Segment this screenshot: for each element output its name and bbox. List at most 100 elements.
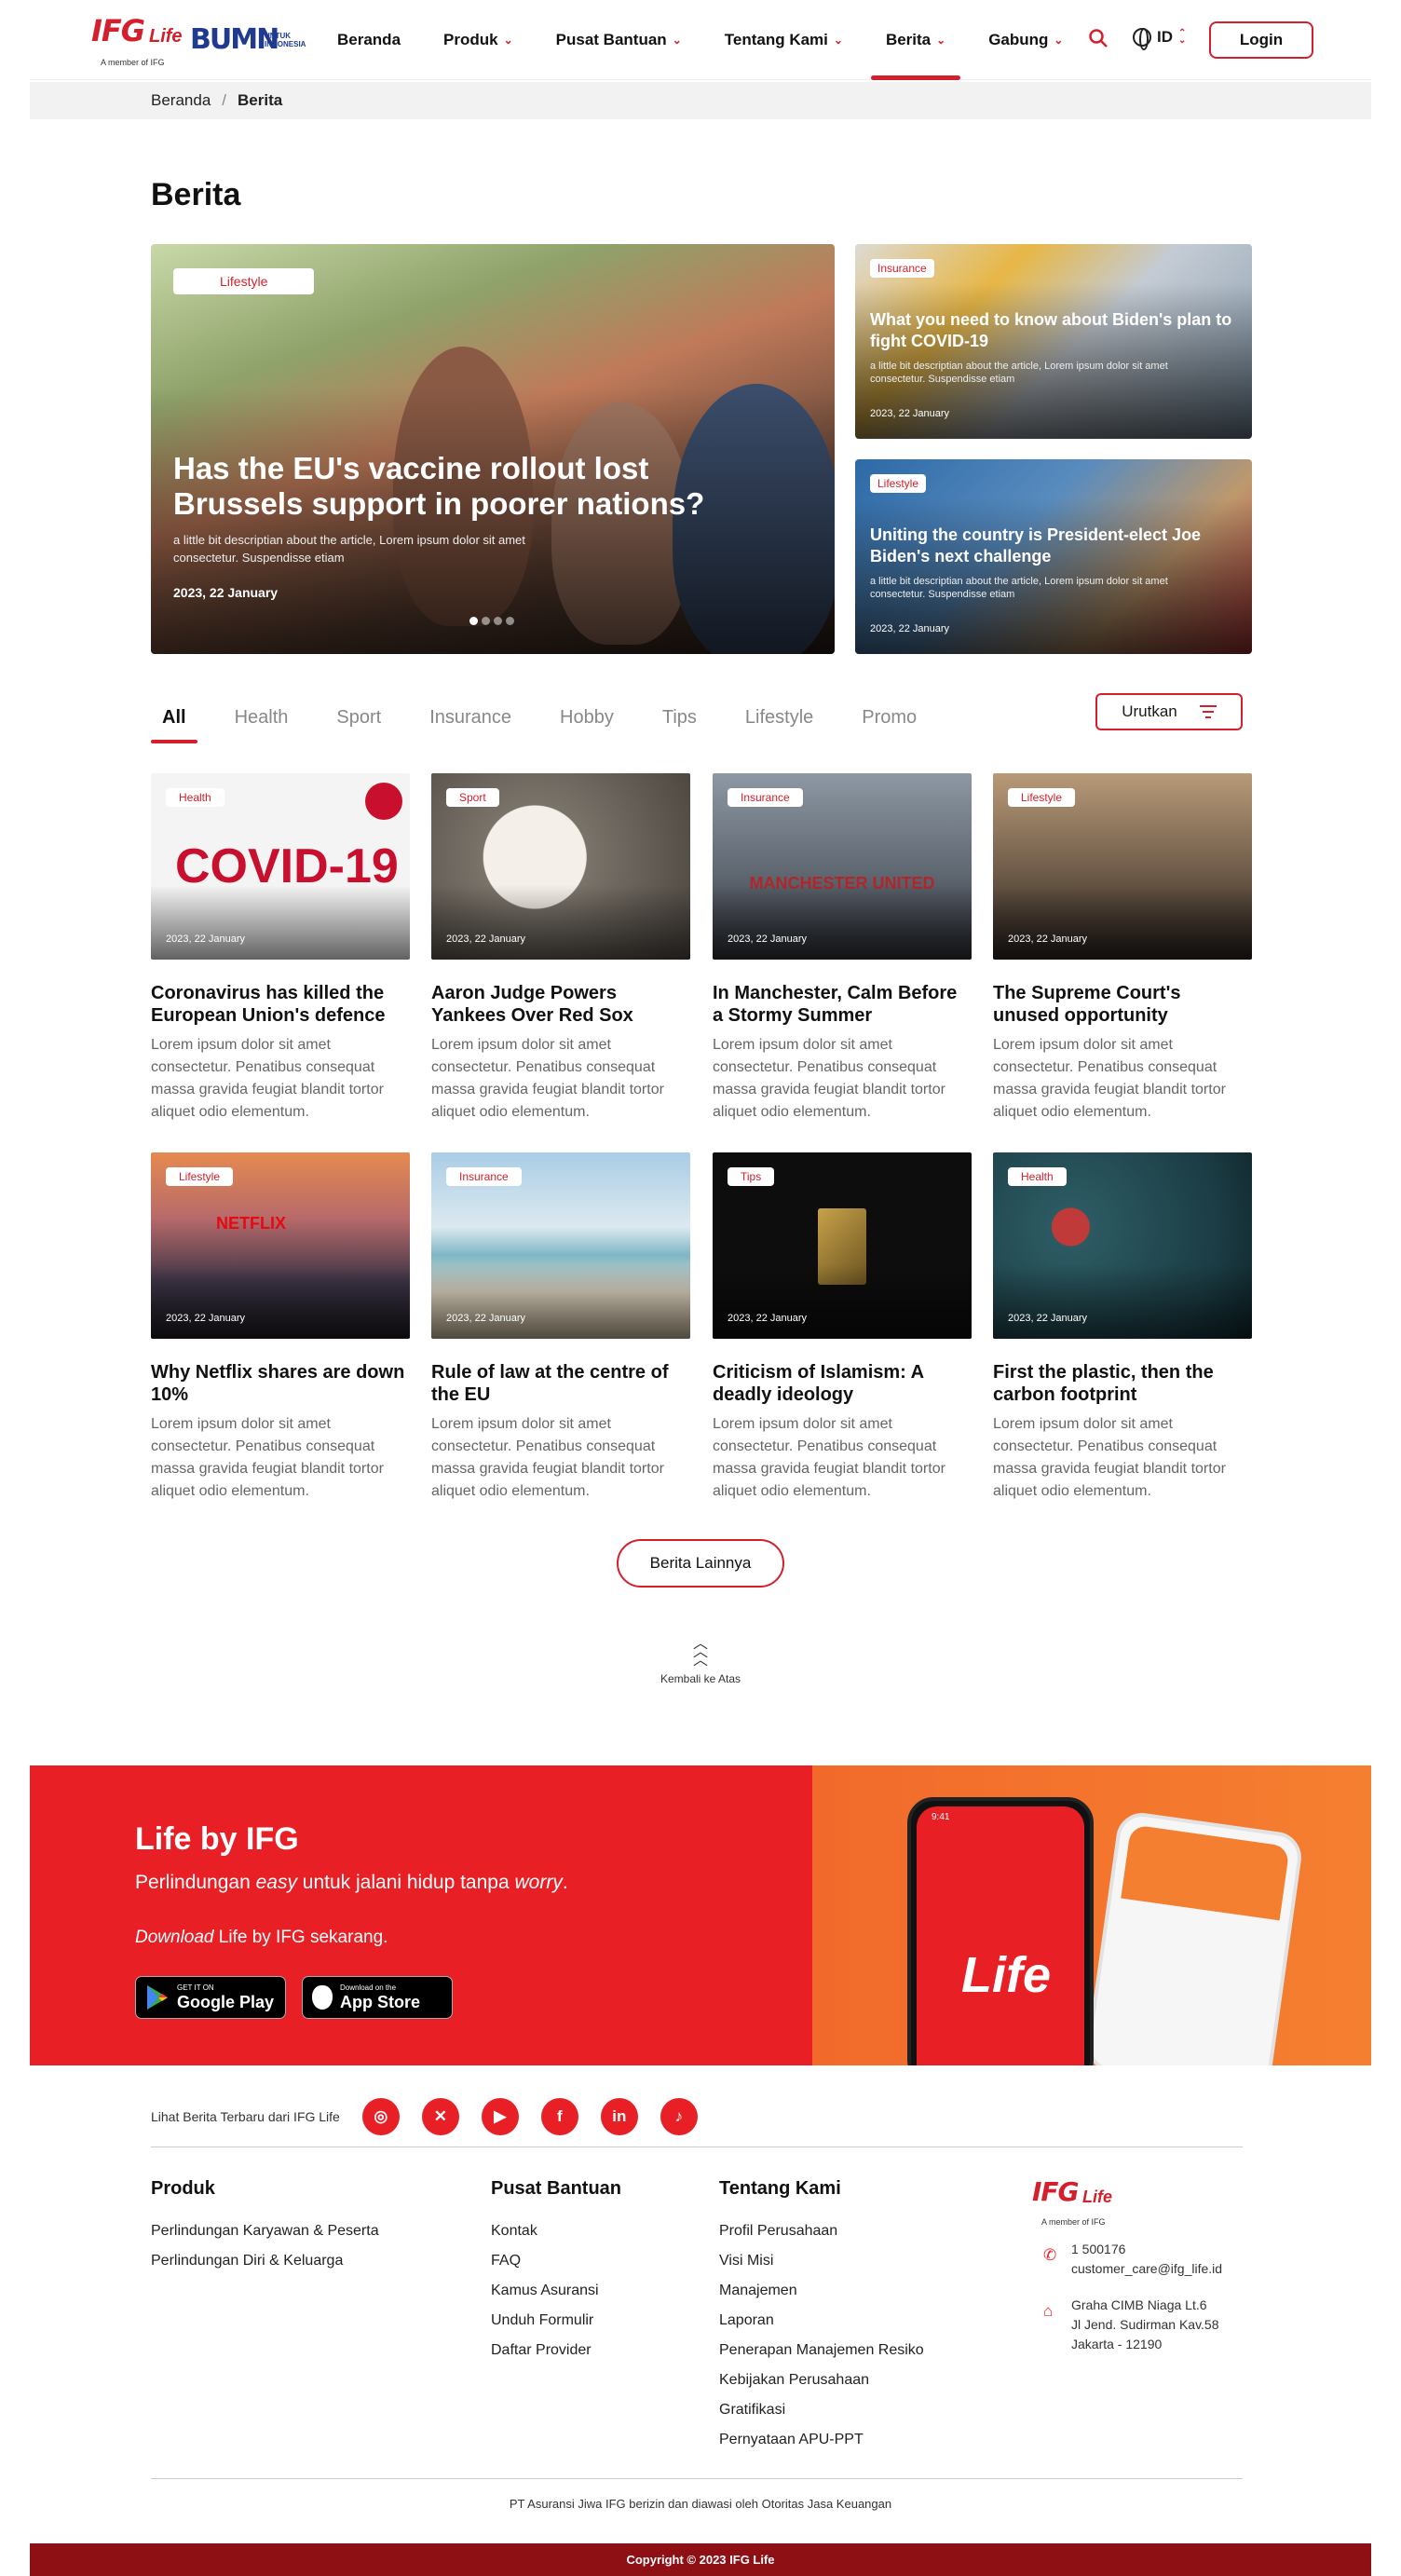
banner-subtitle: Perlindungan easy untuk jalani hidup tan… bbox=[135, 1872, 568, 1894]
footer-link[interactable]: Pernyataan APU-PPT bbox=[719, 2425, 924, 2455]
footer-heading: Produk bbox=[151, 2178, 215, 2199]
menu-beranda[interactable]: Beranda bbox=[337, 0, 401, 80]
menu-pusat-bantuan[interactable]: Pusat Bantuan ⌄ bbox=[556, 0, 682, 80]
youtube-icon[interactable]: ▶ bbox=[481, 2098, 519, 2135]
tab-insurance[interactable]: Insurance bbox=[418, 689, 523, 745]
facebook-icon[interactable]: f bbox=[540, 2098, 578, 2135]
tab-sport[interactable]: Sport bbox=[325, 689, 392, 745]
category-badge: Tips bbox=[728, 1167, 775, 1186]
banner-download-rest: Life by IFG sekarang. bbox=[213, 1928, 388, 1947]
contact-email[interactable]: customer_care@ifg_life.id bbox=[1071, 2259, 1222, 2279]
google-play-button[interactable]: GET IT ON Google Play bbox=[135, 1976, 286, 2019]
search-icon[interactable] bbox=[1088, 28, 1109, 48]
card-date: 2023, 22 January bbox=[728, 934, 808, 945]
footer-link[interactable]: Daftar Provider bbox=[491, 2336, 621, 2365]
footer-link[interactable]: Manajemen bbox=[719, 2276, 924, 2306]
footer-link[interactable]: Visi Misi bbox=[719, 2246, 924, 2276]
contact-phone-email: ✆ 1 500176 customer_care@ifg_life.id bbox=[1043, 2240, 1222, 2279]
tab-hobby[interactable]: Hobby bbox=[549, 689, 625, 745]
card-title: The Supreme Court's unused opportunity bbox=[993, 983, 1181, 1026]
menu-label: Pusat Bantuan bbox=[555, 31, 667, 48]
category-badge: Health bbox=[1008, 1167, 1067, 1186]
news-card[interactable]: NETFLIX Lifestyle 2023, 22 January Why N… bbox=[151, 1152, 410, 1503]
menu-produk[interactable]: Produk ⌄ bbox=[443, 0, 513, 80]
card-image: COVID-19 Health 2023, 22 January bbox=[151, 773, 410, 960]
hero-date: 2023, 22 January bbox=[173, 585, 279, 600]
carousel-dot[interactable] bbox=[506, 617, 514, 625]
footer-link[interactable]: Gratifikasi bbox=[719, 2395, 924, 2425]
contact-phone-email-text: 1 500176 customer_care@ifg_life.id bbox=[1071, 2240, 1222, 2279]
footer-link[interactable]: Kamus Asuransi bbox=[491, 2276, 621, 2306]
card-description: Lorem ipsum dolor sit amet consectetur. … bbox=[993, 1416, 1226, 1499]
breadcrumb-separator: / bbox=[222, 91, 227, 109]
banner-download-text: Download Life by IFG sekarang. bbox=[135, 1928, 388, 1948]
news-card[interactable]: COVID-19 Health 2023, 22 January Coronav… bbox=[151, 773, 410, 1124]
side-article[interactable]: Lifestyle Uniting the country is Preside… bbox=[855, 459, 1252, 654]
news-card[interactable]: Insurance 2023, 22 January Rule of law a… bbox=[431, 1152, 690, 1503]
news-card[interactable]: Lifestyle 2023, 22 January The Supreme C… bbox=[993, 773, 1252, 1124]
carousel-dot[interactable] bbox=[482, 617, 490, 625]
footer-link[interactable]: Perlindungan Diri & Keluarga bbox=[151, 2246, 379, 2276]
news-card[interactable]: Sport 2023, 22 January Aaron Judge Power… bbox=[431, 773, 690, 1124]
logo-text: IFG bbox=[1032, 2176, 1080, 2207]
news-card[interactable]: MANCHESTER UNITED Insurance 2023, 22 Jan… bbox=[713, 773, 972, 1124]
menu-berita[interactable]: Berita ⌄ bbox=[870, 0, 961, 80]
tab-health[interactable]: Health bbox=[224, 689, 300, 745]
x-icon[interactable]: ✕ bbox=[421, 2098, 459, 2135]
carousel-dot[interactable] bbox=[469, 617, 478, 625]
tab-all[interactable]: All bbox=[151, 689, 197, 745]
category-badge: Lifestyle bbox=[173, 268, 315, 294]
linkedin-icon[interactable]: in bbox=[600, 2098, 638, 2135]
chevron-down-icon: ⌄ bbox=[672, 34, 682, 47]
language-switcher[interactable]: ID ⌃ ⌄ bbox=[1133, 28, 1186, 50]
carousel-dot[interactable] bbox=[494, 617, 502, 625]
category-badge: Insurance bbox=[446, 1167, 522, 1186]
category-badge: Lifestyle bbox=[870, 474, 927, 493]
footer-link[interactable]: Penerapan Manajemen Resiko bbox=[719, 2336, 924, 2365]
footer-link[interactable]: Kontak bbox=[491, 2216, 621, 2246]
footer-divider bbox=[151, 2478, 1243, 2479]
chevron-down-icon: ⌄ bbox=[833, 34, 843, 47]
breadcrumb-home[interactable]: Beranda bbox=[151, 91, 211, 110]
footer-link[interactable]: Perlindungan Karyawan & Peserta bbox=[151, 2216, 379, 2246]
bumn-logo-sub: UNTUK INDONESIA bbox=[265, 32, 306, 48]
menu-label: Gabung bbox=[988, 31, 1049, 48]
footer-link[interactable]: Kebijakan Perusahaan bbox=[719, 2365, 924, 2395]
footer-link[interactable]: Profil Perusahaan bbox=[719, 2216, 924, 2246]
hero-title: Has the EU's vaccine rollout lost Brusse… bbox=[173, 451, 705, 521]
ifg-life-logo[interactable]: IFG Life A member of IFG bbox=[91, 13, 184, 69]
news-card[interactable]: Tips 2023, 22 January Criticism of Islam… bbox=[713, 1152, 972, 1503]
login-button[interactable]: Login bbox=[1209, 21, 1313, 59]
app-store-button[interactable]: Download on the App Store bbox=[302, 1976, 453, 2019]
instagram-icon[interactable]: ◎ bbox=[361, 2098, 400, 2135]
footer-link[interactable]: Laporan bbox=[719, 2306, 924, 2336]
category-badge: Insurance bbox=[870, 259, 934, 278]
card-description: Lorem ipsum dolor sit amet consectetur. … bbox=[431, 1037, 664, 1120]
tab-lifestyle[interactable]: Lifestyle bbox=[734, 689, 824, 745]
menu-gabung[interactable]: Gabung ⌄ bbox=[988, 0, 1063, 80]
tab-tips[interactable]: Tips bbox=[651, 689, 708, 745]
footer-link[interactable]: FAQ bbox=[491, 2246, 621, 2276]
sort-button[interactable]: Urutkan bbox=[1095, 693, 1243, 730]
tiktok-icon[interactable]: ♪ bbox=[660, 2098, 698, 2135]
tab-promo[interactable]: Promo bbox=[850, 689, 928, 745]
menu-label: Tentang Kami bbox=[724, 31, 828, 48]
menu-tentang-kami[interactable]: Tentang Kami ⌄ bbox=[725, 0, 843, 80]
card-overlay bbox=[713, 1264, 972, 1339]
language-label: ID bbox=[1157, 28, 1173, 46]
menu-label: Berita bbox=[885, 31, 932, 48]
news-card[interactable]: Health 2023, 22 January First the plasti… bbox=[993, 1152, 1252, 1503]
hero-article[interactable]: Lifestyle Has the EU's vaccine rollout l… bbox=[151, 244, 835, 654]
back-to-top[interactable]: ︿ ︿ ︿ Kembali ke Atas bbox=[645, 1637, 756, 1686]
banner-subtitle-part: Perlindungan bbox=[135, 1872, 256, 1893]
back-to-top-label: Kembali ke Atas bbox=[660, 1672, 741, 1685]
more-news-button[interactable]: Berita Lainnya bbox=[617, 1539, 784, 1588]
banner-subtitle-em: easy bbox=[255, 1872, 297, 1893]
contact-phone[interactable]: 1 500176 bbox=[1071, 2240, 1222, 2259]
hero-description: a little bit descriptian about the artic… bbox=[173, 533, 525, 565]
phone-screen: 9:41 Life bbox=[917, 1806, 1084, 2065]
footer-link[interactable]: Unduh Formulir bbox=[491, 2306, 621, 2336]
side-article[interactable]: Insurance What you need to know about Bi… bbox=[855, 244, 1252, 439]
chevron-down-icon: ⌄ bbox=[503, 34, 513, 47]
card-title: Coronavirus has killed the European Unio… bbox=[151, 983, 386, 1026]
